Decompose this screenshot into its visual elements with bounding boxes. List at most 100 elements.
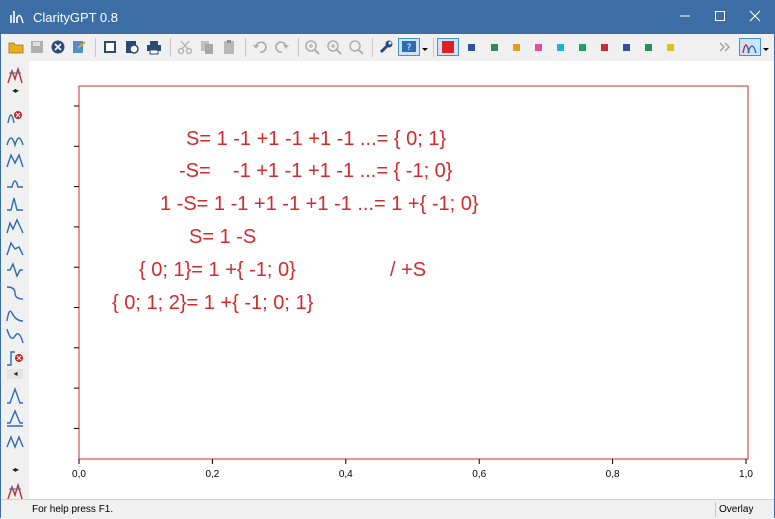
- help-icon: ?: [402, 41, 416, 53]
- zoom-fit-button[interactable]: [325, 38, 343, 56]
- color-swatch-8[interactable]: [623, 44, 630, 51]
- triangle-peak-icon: [7, 386, 23, 404]
- maximize-button[interactable]: [700, 1, 740, 31]
- close-doc-icon: [51, 40, 65, 54]
- save-button[interactable]: [28, 38, 46, 56]
- color-swatch-2[interactable]: [491, 44, 498, 51]
- export-button[interactable]: [70, 38, 88, 56]
- peak-fit-icon: [742, 44, 757, 54]
- overflow-arrows-icon: [719, 42, 730, 52]
- copy-icon: [201, 41, 213, 54]
- print-button[interactable]: [145, 38, 163, 56]
- double-triangle-icon: [6, 435, 24, 449]
- overlay-mode-button[interactable]: [739, 38, 761, 56]
- status-mode: Overlay: [715, 502, 771, 517]
- zoom-in-button[interactable]: [303, 38, 321, 56]
- equation-line-5: { 0; 1}= 1 +{ -1; 0}: [139, 259, 296, 281]
- color-swatch-3[interactable]: [513, 44, 520, 51]
- close-button[interactable]: [735, 1, 775, 31]
- equation-line-4: S= 1 -S: [189, 226, 256, 248]
- cut-button[interactable]: [176, 38, 194, 56]
- tool-wave[interactable]: [6, 327, 24, 345]
- svg-text:?: ?: [407, 43, 412, 53]
- tool-decay[interactable]: [6, 305, 24, 323]
- title-bar[interactable]: ClarityGPT 0.8: [1, 1, 774, 34]
- asymmetric-peak-icon: [6, 218, 24, 234]
- equation-line-2: -S= -1 +1 -1 +1 -1 ...= { -1; 0}: [179, 160, 453, 182]
- help-dropdown[interactable]: [421, 38, 429, 56]
- chevron-down-icon: [763, 48, 769, 51]
- x-tick-label: 0,2: [205, 469, 219, 480]
- paste-button[interactable]: [220, 38, 238, 56]
- tool-step[interactable]: [6, 173, 24, 191]
- tool-lorentzian[interactable]: [6, 151, 24, 169]
- window-title: ClarityGPT 0.8: [33, 10, 119, 25]
- equation-line-3: 1 -S= 1 -1 +1 -1 +1 -1 ...= 1 +{ -1; 0}: [160, 193, 479, 215]
- print-preview-icon: [104, 41, 116, 53]
- palette-scroll-arrows[interactable]: ◂▸: [7, 86, 23, 96]
- paste-icon: [224, 40, 234, 54]
- tool-tailed[interactable]: [6, 239, 24, 257]
- color-swatch-5[interactable]: [557, 44, 564, 51]
- triangle-baseline-icon: [7, 409, 23, 427]
- settings-button[interactable]: [377, 38, 395, 56]
- tool-peak-markers[interactable]: [6, 66, 24, 85]
- help-button[interactable]: ?: [398, 38, 420, 56]
- lorentzian-peak-icon: [6, 153, 24, 168]
- color-swatch-selected[interactable]: [437, 38, 459, 56]
- pulse-icon: [7, 197, 23, 211]
- chevron-down-icon: [422, 48, 428, 51]
- tool-asymmetric[interactable]: [6, 217, 24, 235]
- tailed-peak-icon: [6, 241, 24, 256]
- gaussian-peak-icon: [6, 137, 24, 148]
- delete-peak-icon: [7, 111, 22, 124]
- wave-icon: [6, 328, 24, 344]
- status-bar: For help press F1. Overlay: [1, 499, 774, 519]
- plot-canvas[interactable]: 0,0 0,2 0,4 0,6 0,8 1,0 S= 1 -1 +1 -1 +1 -1 .…: [29, 61, 774, 499]
- tool-pulse[interactable]: [6, 195, 24, 213]
- selected-color-icon: [442, 41, 454, 53]
- open-button[interactable]: [7, 38, 25, 56]
- color-swatch-9[interactable]: [645, 44, 652, 51]
- maximize-icon: [715, 11, 725, 21]
- tool-sigmoid[interactable]: [6, 283, 24, 301]
- zoom-out-button[interactable]: [347, 38, 365, 56]
- minimize-button[interactable]: [665, 1, 705, 31]
- tool-triangle-1[interactable]: [6, 386, 24, 405]
- delete-step-icon: [7, 351, 23, 366]
- print-setup-button[interactable]: [123, 38, 141, 56]
- decay-icon: [6, 310, 24, 322]
- x-tick-label: 0,0: [72, 469, 86, 480]
- color-swatch-10[interactable]: [667, 44, 674, 51]
- palette-scroll-left[interactable]: ◂: [7, 369, 23, 379]
- color-swatch-7[interactable]: [601, 44, 608, 51]
- tool-gaussian[interactable]: [6, 129, 24, 148]
- color-swatch-6[interactable]: [579, 44, 586, 51]
- overlay-dropdown[interactable]: [762, 38, 770, 56]
- undo-icon: [253, 41, 267, 53]
- redo-button[interactable]: [273, 38, 291, 56]
- open-icon: [8, 42, 24, 54]
- print-icon: [147, 41, 161, 55]
- color-swatch-4[interactable]: [535, 44, 542, 51]
- equation-line-6: / +S: [390, 259, 426, 281]
- tool-triangle-2[interactable]: [6, 409, 24, 427]
- copy-button[interactable]: [198, 38, 216, 56]
- main-toolbar: ?: [1, 34, 774, 62]
- zoom-out-icon: [349, 40, 364, 55]
- color-swatch-1[interactable]: [468, 44, 475, 51]
- export-icon: [73, 41, 86, 53]
- undo-button[interactable]: [251, 38, 269, 56]
- redo-icon: [275, 41, 289, 53]
- equation-line-1: S= 1 -1 +1 -1 +1 -1 ...= { 0; 1}: [186, 128, 446, 150]
- palette-scroll-arrows-bottom[interactable]: ◂▸: [7, 465, 23, 475]
- derivative-icon: [7, 262, 23, 278]
- toolbar-overflow-button[interactable]: [719, 38, 731, 56]
- plot-svg: 0,0 0,2 0,4 0,6 0,8 1,0 S= 1 -1 +1 -1 +1 -1 .…: [72, 85, 753, 480]
- tool-double-triangle[interactable]: [6, 431, 24, 449]
- tool-delete-peak[interactable]: [6, 107, 24, 125]
- close-document-button[interactable]: [49, 38, 67, 56]
- tool-delete-step[interactable]: [6, 349, 24, 367]
- print-preview-button[interactable]: [101, 38, 119, 56]
- tool-derivative[interactable]: [6, 261, 24, 279]
